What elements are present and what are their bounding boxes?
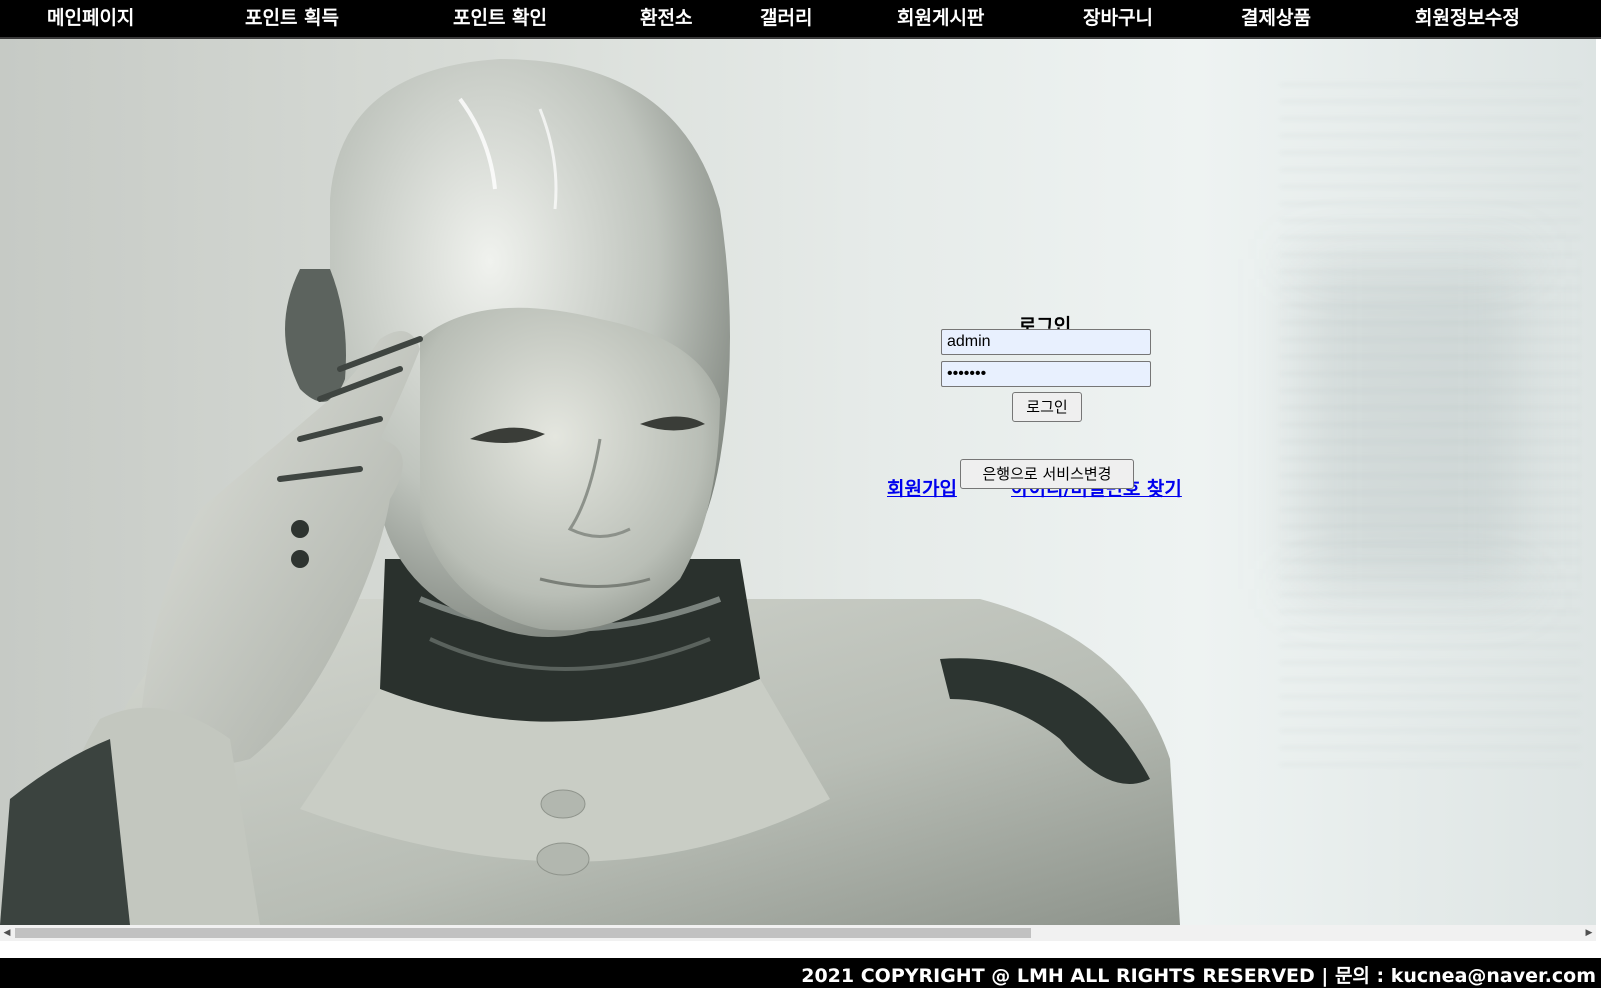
nav-item-board[interactable]: 회원게시판 xyxy=(897,6,984,30)
scroll-right-arrow-icon[interactable]: ▶ xyxy=(1582,925,1596,941)
top-nav-bar: 메인페이지 포인트 획득 포인트 확인 환전소 갤러리 회원게시판 장바구니 결… xyxy=(0,0,1601,39)
nav-item-edit-profile[interactable]: 회원정보수정 xyxy=(1415,6,1520,30)
footer-copyright: 2021 COPYRIGHT @ LMH ALL RIGHTS RESERVED… xyxy=(801,965,1596,987)
page: 메인페이지 포인트 획득 포인트 확인 환전소 갤러리 회원게시판 장바구니 결… xyxy=(0,0,1601,988)
nav-item-earn-points[interactable]: 포인트 획득 xyxy=(245,6,339,30)
nav-item-check-points[interactable]: 포인트 확인 xyxy=(453,6,547,30)
nav-item-payments[interactable]: 결제상품 xyxy=(1241,6,1311,30)
hero-background: 로그인 로그인 회원가입 아이디/비밀번호 찾기 은행으로 서비스변경 xyxy=(0,39,1596,925)
horizontal-scrollbar[interactable]: ◀ ▶ xyxy=(0,925,1596,941)
scrollbar-thumb[interactable] xyxy=(15,928,1031,938)
nav-item-exchange[interactable]: 환전소 xyxy=(640,6,692,30)
username-input[interactable] xyxy=(941,329,1151,355)
signup-link[interactable]: 회원가입 xyxy=(887,474,957,501)
nav-item-gallery[interactable]: 갤러리 xyxy=(760,6,812,30)
robot-image xyxy=(0,59,1180,925)
nav-item-cart[interactable]: 장바구니 xyxy=(1083,6,1153,30)
scroll-left-arrow-icon[interactable]: ◀ xyxy=(0,925,14,941)
footer: 2021 COPYRIGHT @ LMH ALL RIGHTS RESERVED… xyxy=(0,958,1601,988)
nav-item-main[interactable]: 메인페이지 xyxy=(47,6,134,30)
password-input[interactable] xyxy=(941,361,1151,387)
switch-to-bank-button[interactable]: 은행으로 서비스변경 xyxy=(960,459,1134,489)
login-button[interactable]: 로그인 xyxy=(1012,392,1082,422)
